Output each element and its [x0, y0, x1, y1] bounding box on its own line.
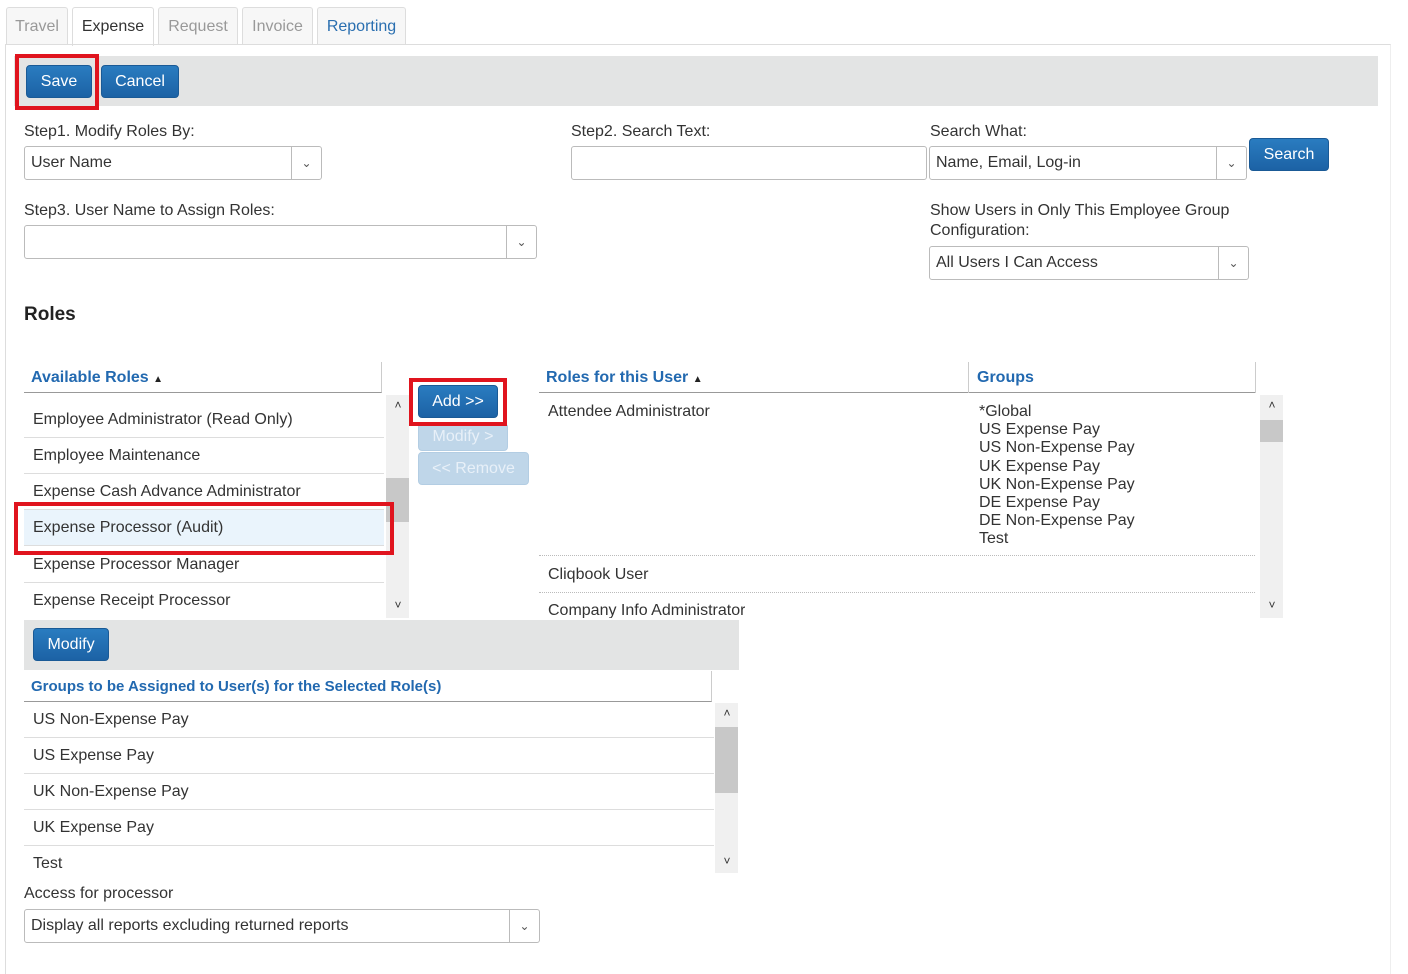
- groups-toolbar: [24, 620, 739, 670]
- available-role-item[interactable]: Employee Maintenance: [24, 438, 384, 474]
- highlight-box: [15, 54, 99, 110]
- sort-ascending-icon: ▲: [692, 374, 703, 385]
- scrollbar-thumb[interactable]: [1260, 420, 1283, 442]
- highlight-box: [14, 502, 394, 555]
- chevron-down-icon: ⌄: [506, 226, 536, 258]
- search-text-input[interactable]: [571, 146, 927, 180]
- access-label: Access for processor: [24, 885, 174, 902]
- modify-roles-by-select[interactable]: User Name ⌄: [24, 146, 322, 180]
- group-item: US Expense Pay: [979, 421, 1100, 439]
- scroll-down-icon[interactable]: ˅: [1263, 598, 1281, 612]
- column-divider: [1255, 362, 1256, 393]
- step3-label: Step3. User Name to Assign Roles:: [24, 202, 275, 219]
- user-role-name[interactable]: Cliqbook User: [548, 566, 648, 584]
- employee-group-select[interactable]: All Users I Can Access ⌄: [929, 246, 1249, 280]
- select-value: All Users I Can Access: [936, 254, 1098, 271]
- remove-role-button[interactable]: << Remove: [418, 452, 529, 485]
- group-list-item[interactable]: US Expense Pay: [24, 738, 714, 774]
- available-role-item[interactable]: Employee Administrator (Read Only): [24, 402, 384, 438]
- chevron-down-icon: ⌄: [509, 910, 539, 942]
- step1-label: Step1. Modify Roles By:: [24, 123, 195, 140]
- row-divider: [539, 555, 1255, 556]
- tab-request[interactable]: Request: [158, 7, 238, 45]
- user-role-name[interactable]: Attendee Administrator: [548, 403, 710, 421]
- search-what-label: Search What:: [930, 123, 1027, 140]
- modify-groups-button[interactable]: Modify: [33, 628, 109, 661]
- highlight-box: [409, 378, 507, 426]
- group-item: UK Non-Expense Pay: [979, 475, 1135, 493]
- row-divider: [539, 592, 1255, 593]
- tab-reporting[interactable]: Reporting: [317, 7, 406, 45]
- column-divider: [968, 362, 969, 393]
- group-item: DE Expense Pay: [979, 494, 1100, 512]
- scrollbar-thumb[interactable]: [715, 727, 738, 793]
- access-select[interactable]: Display all reports excluding returned r…: [24, 909, 540, 943]
- groups-header[interactable]: Groups: [977, 369, 1034, 387]
- roles-for-user-header[interactable]: Roles for this User ▲: [546, 369, 703, 387]
- chevron-down-icon: ⌄: [1218, 247, 1248, 279]
- user-role-name[interactable]: Company Info Administrator: [548, 602, 745, 618]
- scroll-up-icon[interactable]: ˄: [1263, 398, 1281, 412]
- group-item: Test: [979, 530, 1009, 548]
- tab-travel[interactable]: Travel: [6, 7, 68, 45]
- select-value: Name, Email, Log-in: [936, 154, 1081, 171]
- available-roles-header-label[interactable]: Available Roles ▲: [31, 369, 163, 387]
- group-filter-label-2: Configuration:: [930, 222, 1030, 239]
- chevron-down-icon: ⌄: [291, 147, 321, 179]
- cancel-button[interactable]: Cancel: [101, 65, 179, 98]
- group-list-item[interactable]: US Non-Expense Pay: [24, 702, 714, 738]
- user-name-select[interactable]: ⌄: [24, 225, 537, 259]
- action-toolbar: [14, 56, 1378, 106]
- groups-assign-header-label: Groups to be Assigned to User(s) for the…: [31, 678, 442, 695]
- modify-role-button[interactable]: Modify >: [418, 423, 508, 451]
- group-filter-label: Show Users in Only This Employee Group: [930, 202, 1230, 219]
- select-value: User Name: [31, 154, 112, 171]
- group-list-item[interactable]: UK Expense Pay: [24, 810, 714, 846]
- tab-invoice[interactable]: Invoice: [242, 7, 313, 45]
- group-item: DE Non-Expense Pay: [979, 512, 1135, 530]
- step2-label: Step2. Search Text:: [571, 123, 711, 140]
- group-list-item[interactable]: Test: [24, 846, 714, 882]
- group-item: US Non-Expense Pay: [979, 439, 1135, 457]
- group-item: *Global: [979, 403, 1032, 420]
- scroll-down-icon[interactable]: ˅: [718, 854, 736, 868]
- chevron-down-icon: ⌄: [1216, 147, 1246, 179]
- search-what-select[interactable]: Name, Email, Log-in ⌄: [929, 146, 1247, 180]
- group-list-item[interactable]: UK Non-Expense Pay: [24, 774, 714, 810]
- user-role-groups: *Global US Expense Pay US Non-Expense Pa…: [979, 403, 1135, 549]
- group-item: UK Expense Pay: [979, 457, 1100, 475]
- search-button[interactable]: Search: [1249, 138, 1329, 171]
- roles-heading: Roles: [24, 304, 76, 325]
- scroll-up-icon[interactable]: ˄: [389, 398, 407, 412]
- available-role-item[interactable]: Expense Receipt Processor: [24, 583, 384, 619]
- tab-expense[interactable]: Expense: [72, 7, 154, 46]
- scroll-up-icon[interactable]: ˄: [718, 706, 736, 720]
- sort-ascending-icon: ▲: [153, 374, 164, 385]
- select-value: Display all reports excluding returned r…: [31, 917, 349, 934]
- scroll-down-icon[interactable]: ˅: [389, 598, 407, 612]
